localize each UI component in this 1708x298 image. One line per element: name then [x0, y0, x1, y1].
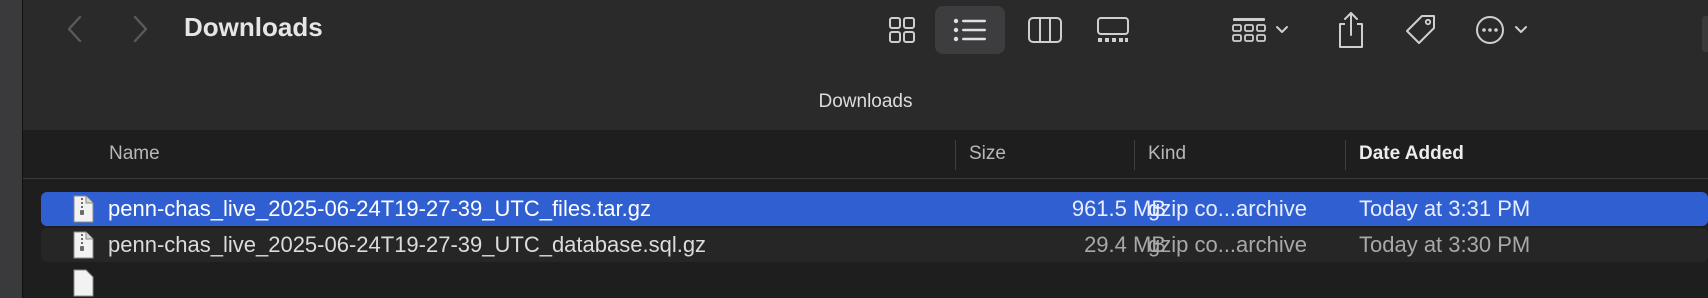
tag-button[interactable]	[1395, 6, 1447, 54]
grid-icon	[889, 17, 915, 43]
file-row[interactable]: penn-chas_live_2025-06-24T19-27-39_UTC_d…	[41, 228, 1708, 262]
file-row[interactable]: penn-chas_live_2025-06-24T19-27-39_UTC_f…	[41, 192, 1708, 226]
ellipsis-icon	[1476, 16, 1527, 44]
columns-icon	[1028, 17, 1062, 43]
screen: Downloads Downloads Name Size Kind Date …	[0, 0, 1708, 298]
list-view-button[interactable]	[935, 6, 1005, 54]
column-name[interactable]: Name	[109, 130, 160, 178]
forward-button[interactable]	[120, 8, 160, 50]
icon-view-button[interactable]	[876, 6, 928, 54]
archive-file-icon	[73, 231, 94, 259]
back-button[interactable]	[55, 8, 95, 50]
gallery-icon	[1097, 17, 1129, 42]
column-date-added[interactable]: Date Added	[1359, 130, 1464, 178]
archive-file-icon	[73, 195, 94, 223]
column-divider[interactable]	[1345, 140, 1346, 170]
column-header: Name Size Kind Date Added	[23, 130, 1708, 179]
document-file-icon	[73, 269, 94, 297]
toolbar: Downloads Downloads	[23, 0, 1708, 131]
finder-window: Downloads Downloads Name Size Kind Date …	[23, 0, 1708, 298]
tag-icon	[1406, 15, 1435, 44]
file-date-added: Today at 3:31 PM	[1359, 196, 1531, 221]
file-name: penn-chas_live_2025-06-24T19-27-39_UTC_f…	[108, 196, 651, 221]
column-view-button[interactable]	[1019, 6, 1071, 54]
chevron-left-icon	[67, 15, 82, 43]
background-window-edge	[0, 0, 23, 298]
file-row-partial[interactable]	[41, 266, 1708, 298]
column-size[interactable]: Size	[969, 130, 1006, 178]
path-bar-label: Downloads	[818, 91, 913, 112]
share-icon	[1339, 12, 1363, 48]
file-kind: gzip co...archive	[1148, 196, 1307, 221]
column-kind[interactable]: Kind	[1148, 130, 1186, 178]
list-icon	[953, 18, 986, 42]
window-title: Downloads	[184, 12, 323, 42]
file-name: penn-chas_live_2025-06-24T19-27-39_UTC_d…	[108, 232, 707, 257]
column-divider[interactable]	[1134, 140, 1135, 170]
share-button[interactable]	[1325, 6, 1377, 54]
gallery-view-button[interactable]	[1087, 6, 1139, 54]
more-actions-button[interactable]	[1469, 6, 1545, 54]
file-date-added: Today at 3:30 PM	[1359, 232, 1531, 257]
column-divider[interactable]	[955, 140, 956, 170]
search-field-edge[interactable]	[1702, 16, 1708, 52]
group-by-icon	[1232, 18, 1288, 42]
file-kind: gzip co...archive	[1148, 232, 1307, 257]
chevron-right-icon	[133, 15, 148, 43]
group-by-button[interactable]	[1226, 6, 1296, 54]
